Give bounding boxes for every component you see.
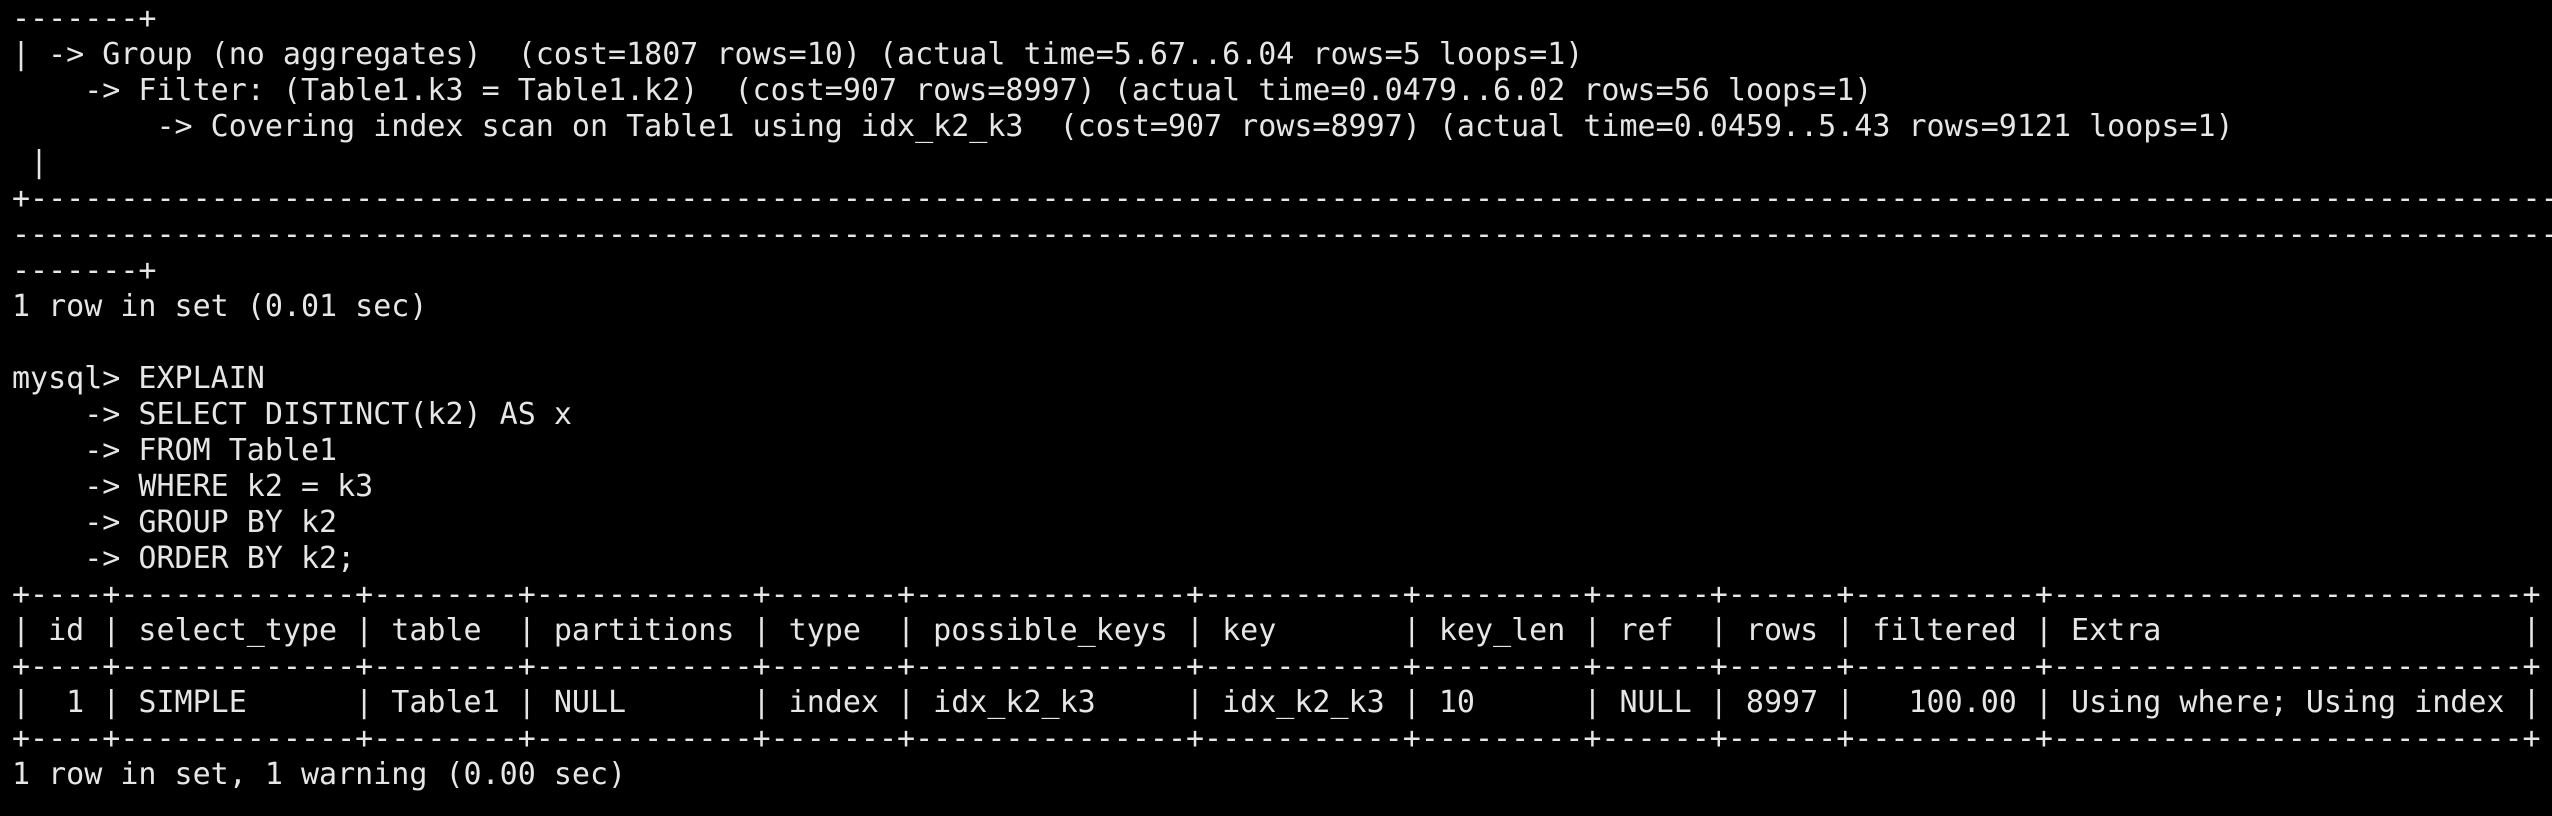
terminal-line: | -> Group (no aggregates) (cost=1807 ro… [12,37,1584,72]
table-border: +----+-------------+--------+-----------… [12,577,2541,612]
table-border: +----+-------------+--------+-----------… [12,721,2541,756]
terminal-line: 1 row in set, 1 warning (0.00 sec) [12,757,627,792]
terminal-line: +---------------------------------------… [12,181,2552,216]
terminal-line: -> SELECT DISTINCT(k2) AS x [12,397,572,432]
terminal-line: -> Filter: (Table1.k3 = Table1.k2) (cost… [12,73,1873,108]
terminal-line: -------+ [12,1,157,36]
terminal-window[interactable]: -------+ | -> Group (no aggregates) (cos… [0,0,2552,816]
table-row: | 1 | SIMPLE | Table1 | NULL | index | i… [12,685,2541,720]
table-header-row: | id | select_type | table | partitions … [12,613,2541,648]
table-border: +----+-------------+--------+-----------… [12,649,2541,684]
terminal-output: -------+ | -> Group (no aggregates) (cos… [12,1,2552,793]
terminal-line: ----------------------------------------… [12,217,2552,252]
terminal-line: -> WHERE k2 = k3 [12,469,374,504]
terminal-line: -> Covering index scan on Table1 using i… [12,109,2234,144]
terminal-line: -> ORDER BY k2; [12,541,356,576]
terminal-line: -> FROM Table1 [12,433,338,468]
terminal-line: -> GROUP BY k2 [12,505,338,540]
terminal-line: 1 row in set (0.01 sec) [12,289,428,324]
terminal-line: -------+ [12,253,157,288]
terminal-prompt-line: mysql> EXPLAIN [12,361,265,396]
terminal-line: | [12,145,49,180]
